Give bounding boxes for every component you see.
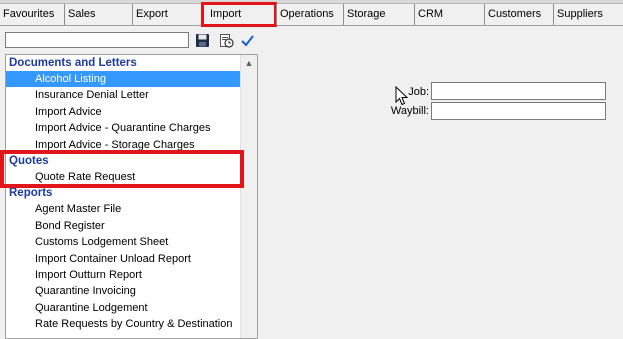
tab-export[interactable]: Export [132,4,200,25]
scroll-up-arrow-icon[interactable]: ▲ [241,55,257,71]
tab-customers[interactable]: Customers [484,4,553,25]
tab-sales[interactable]: Sales [64,4,132,25]
vertical-scrollbar[interactable]: ▲ [240,55,257,338]
list-item[interactable]: Customs Lodgement Sheet [6,234,244,250]
list-item[interactable]: Quarantine Invoicing [6,283,244,299]
list-item[interactable]: Import Advice [6,104,244,120]
waybill-label: Waybill: [390,105,429,117]
tab-storage[interactable]: Storage [343,4,414,25]
tab-crm[interactable]: CRM [414,4,484,25]
list-item[interactable]: Import Advice - Storage Charges [6,137,244,153]
list-item[interactable]: Import Outturn Report [6,267,244,283]
tab-operations[interactable]: Operations [276,4,343,25]
list-item[interactable]: Agent Master File [6,201,244,217]
list-item[interactable]: Insurance Denial Letter [6,87,244,103]
search-input[interactable] [5,32,189,48]
group-heading-documents: Documents and Letters [9,57,137,69]
mouse-pointer-icon [395,86,409,106]
group-heading-quotes: Quotes [9,154,49,167]
list-item[interactable]: Quarantine Lodgement [6,300,244,316]
list-item[interactable]: Import Container Unload Report [6,251,244,267]
list-item[interactable]: Bond Register [6,218,244,234]
tab-suppliers[interactable]: Suppliers [553,4,623,25]
module-tab-bar: Favourites Sales Export Import Operation… [0,2,623,27]
save-icon[interactable] [195,33,210,48]
history-icon[interactable] [219,33,234,48]
group-heading-reports: Reports [9,187,53,200]
checkmark-icon[interactable] [240,33,255,48]
tab-import[interactable]: Import [201,2,277,27]
tab-favourites[interactable]: Favourites [0,4,64,25]
list-item[interactable]: Rate Requests by Country & Destination [6,316,244,332]
job-field[interactable] [431,82,606,100]
waybill-field[interactable] [431,102,606,120]
report-list: Documents and Letters Alcohol Listing In… [6,55,244,332]
report-list-panel: Documents and Letters Alcohol Listing In… [5,54,258,339]
list-item[interactable]: Import Advice - Quarantine Charges [6,120,244,136]
list-item[interactable]: Quote Rate Request [6,169,244,185]
list-item[interactable]: Alcohol Listing [6,71,244,88]
